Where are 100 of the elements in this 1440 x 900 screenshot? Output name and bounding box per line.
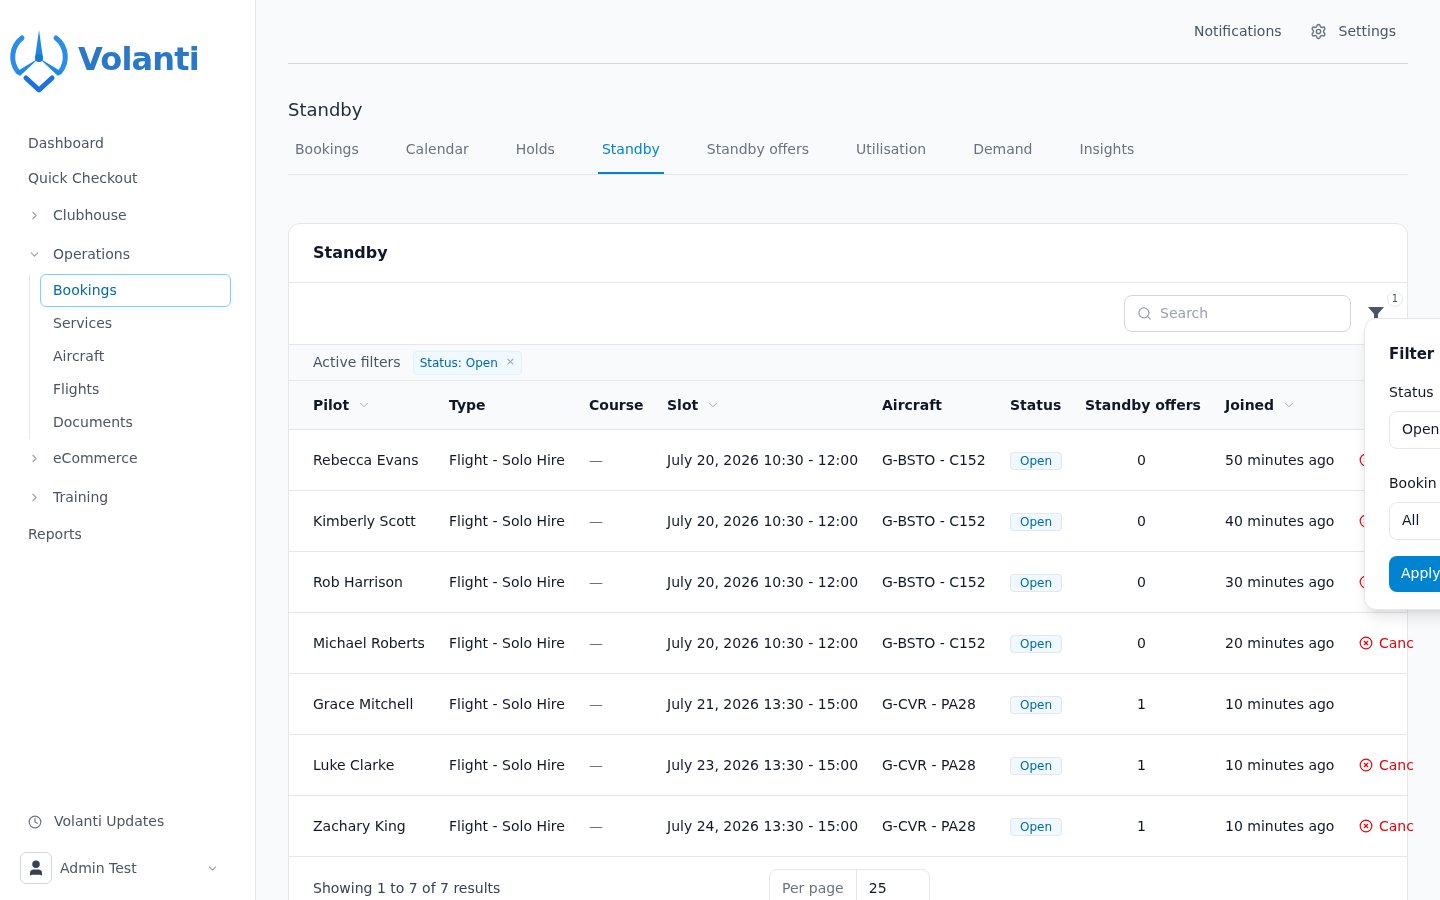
table-cell-text: 1: [1136, 694, 1147, 714]
column-header[interactable]: Slot: [667, 394, 882, 416]
table-cell-text: Flight - Solo Hire: [449, 450, 566, 470]
table-cell-text: 0: [1136, 633, 1147, 653]
tab[interactable]: Holds: [511, 135, 559, 174]
status-badge: Open: [1010, 512, 1063, 531]
tab[interactable]: Utilisation: [852, 135, 931, 174]
table-cell-text: —: [589, 572, 604, 592]
status-select[interactable]: Open: [1389, 410, 1440, 449]
table-cell-text: 20 minutes ago: [1225, 633, 1336, 653]
tab[interactable]: Calendar: [401, 135, 473, 174]
table-cell-text: 50 minutes ago: [1225, 450, 1336, 470]
table-cell-text: 30 minutes ago: [1225, 572, 1336, 592]
cancel-link[interactable]: Canc: [1359, 632, 1414, 654]
table-cell-text: G-CVR - PA28: [882, 816, 977, 836]
search-field[interactable]: Search: [1124, 295, 1351, 332]
table-cell-text: July 24, 2026 13:30 - 15:00: [667, 816, 860, 836]
table-cell-text: 40 minutes ago: [1225, 511, 1336, 531]
cancel-link[interactable]: Canc: [1359, 754, 1414, 776]
tab[interactable]: Demand: [969, 135, 1037, 174]
clock-icon: [28, 814, 42, 829]
table-cell-text: 1: [1136, 755, 1147, 775]
column-header[interactable]: Joined: [1225, 394, 1359, 416]
column-header: Course: [589, 395, 645, 415]
sidebar-group[interactable]: Clubhouse: [24, 196, 231, 235]
status-badge: Open: [1010, 817, 1063, 836]
filter-count-badge: 1: [1387, 290, 1403, 307]
user-menu[interactable]: Admin Test: [20, 852, 231, 884]
per-page-select[interactable]: Per page 25: [769, 869, 930, 900]
table-cell-text: —: [589, 755, 604, 775]
column-header: Status: [1010, 395, 1063, 415]
status-badge: Open: [1010, 695, 1063, 714]
table-cell-text: Flight - Solo Hire: [449, 694, 566, 714]
status-badge: Open: [1010, 451, 1063, 470]
table-cell-text: G-BSTO - C152: [882, 633, 987, 653]
table-cell-text: G-CVR - PA28: [882, 694, 977, 714]
table-cell-text: —: [589, 694, 604, 714]
card-title: Standby: [289, 224, 1407, 283]
status-badge: Open: [1010, 756, 1063, 775]
table-cell-text: Flight - Solo Hire: [449, 572, 566, 592]
settings-icon: [1309, 23, 1327, 40]
table-cell-text: Rebecca Evans: [313, 450, 420, 470]
sidebar-subitem[interactable]: Flights: [40, 373, 231, 406]
table-cell-text: 0: [1136, 511, 1147, 531]
sidebar-subitem[interactable]: Services: [40, 307, 231, 340]
sidebar-subitem[interactable]: Bookings: [40, 274, 231, 307]
column-header: Type: [449, 395, 487, 415]
column-header[interactable]: Pilot: [313, 394, 449, 416]
search-input[interactable]: Search: [1160, 303, 1338, 324]
table-cell-text: Zachary King: [313, 816, 407, 836]
sidebar-group[interactable]: eCommerce: [24, 439, 231, 478]
sidebar-item[interactable]: Reports: [24, 517, 231, 552]
avatar-icon: [20, 852, 52, 884]
table-cell-text: Flight - Solo Hire: [449, 633, 566, 653]
table-cell-text: Flight - Solo Hire: [449, 816, 566, 836]
field-label: Status: [1389, 382, 1435, 402]
settings-link[interactable]: Settings: [1309, 21, 1396, 42]
table-cell-text: Kimberly Scott: [313, 511, 417, 531]
table-cell-text: 10 minutes ago: [1225, 816, 1336, 836]
table-cell-text: G-BSTO - C152: [882, 572, 987, 592]
table-cell-text: 0: [1136, 450, 1147, 470]
apply-button[interactable]: Apply: [1389, 555, 1440, 592]
table-cell-text: —: [589, 511, 604, 531]
tab[interactable]: Insights: [1075, 135, 1139, 174]
table-cell-text: Rob Harrison: [313, 572, 404, 592]
booking-select[interactable]: All: [1389, 501, 1440, 540]
cancel-link[interactable]: Canc: [1359, 815, 1414, 837]
tab[interactable]: Standby offers: [702, 135, 814, 174]
table-cell-text: —: [589, 450, 604, 470]
table-cell-text: G-CVR - PA28: [882, 755, 977, 775]
table-cell-text: 10 minutes ago: [1225, 694, 1336, 714]
sidebar-subitem[interactable]: Aircraft: [40, 340, 231, 373]
table-cell-text: July 20, 2026 10:30 - 12:00: [667, 450, 860, 470]
table-cell-text: July 23, 2026 13:30 - 15:00: [667, 755, 860, 775]
table-cell-text: July 21, 2026 13:30 - 15:00: [667, 694, 860, 714]
column-header: Standby offers: [1085, 395, 1202, 415]
table-cell-text: 1: [1136, 816, 1147, 836]
tab[interactable]: Standby: [597, 135, 664, 174]
page-title: Standby: [288, 98, 364, 122]
sidebar-item[interactable]: Quick Checkout: [24, 161, 231, 196]
table-cell-text: Luke Clarke: [313, 755, 396, 775]
table-cell-text: July 20, 2026 10:30 - 12:00: [667, 511, 860, 531]
table-cell-text: 10 minutes ago: [1225, 755, 1336, 775]
table-cell-text: Michael Roberts: [313, 633, 426, 653]
table-cell-text: Flight - Solo Hire: [449, 755, 566, 775]
table-cell-text: July 20, 2026 10:30 - 12:00: [667, 572, 860, 592]
table-cell-text: Grace Mitchell: [313, 694, 415, 714]
sidebar-group[interactable]: Training: [24, 478, 231, 517]
table-cell-text: G-BSTO - C152: [882, 450, 987, 470]
sidebar-group[interactable]: Operations: [24, 235, 231, 274]
notifications-link[interactable]: Notifications: [1193, 21, 1282, 42]
sidebar-subitem[interactable]: Documents: [40, 406, 231, 439]
updates-link[interactable]: Volanti Updates: [24, 811, 231, 832]
sidebar-item[interactable]: Dashboard: [24, 126, 231, 161]
status-badge: Open: [1010, 634, 1063, 653]
table-cell-text: —: [589, 816, 604, 836]
table-cell-text: Flight - Solo Hire: [449, 511, 566, 531]
active-filters-label: Active filters: [313, 353, 401, 372]
search-icon: [1137, 305, 1153, 322]
tab[interactable]: Bookings: [291, 135, 363, 174]
